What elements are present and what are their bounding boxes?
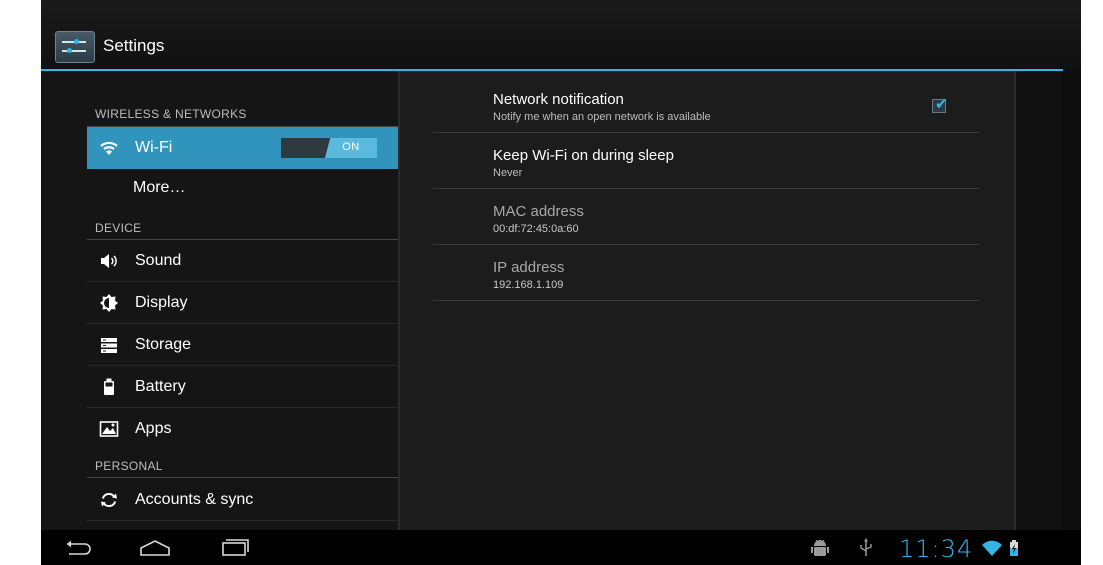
pref-title: MAC address (493, 203, 584, 220)
brightness-icon (99, 293, 119, 313)
battery-icon (99, 377, 119, 397)
sidebar-item-battery[interactable]: Battery (87, 366, 398, 408)
wifi-signal-icon (981, 534, 1003, 562)
pref-keep-wifi-on-sleep[interactable]: Keep Wi-Fi on during sleep Never (433, 133, 979, 189)
action-bar: Settings (41, 0, 1081, 71)
checkmark-icon: ✔ (935, 96, 948, 113)
battery-charging-icon (1007, 534, 1021, 562)
android-debug-icon (809, 534, 831, 562)
sidebar-item-label: Wi-Fi (135, 139, 173, 156)
toggle-state-label: ON (342, 141, 360, 153)
status-clock: 11:34 (899, 535, 974, 563)
sidebar-item-sound[interactable]: Sound (87, 240, 398, 282)
settings-app-icon[interactable] (55, 31, 95, 63)
sidebar-item-display[interactable]: Display (87, 282, 398, 324)
sidebar-item-label: More… (133, 179, 186, 196)
app-title: Settings (103, 36, 165, 55)
section-divider (87, 477, 398, 478)
pref-title: Network notification (493, 91, 624, 108)
section-header-personal: PERSONAL (95, 459, 163, 473)
recent-apps-icon[interactable] (215, 534, 255, 562)
speaker-icon (99, 251, 119, 271)
pref-summary: 00:df:72:45:0a:60 (493, 223, 579, 235)
wifi-settings-panel: Network notification Notify me when an o… (398, 71, 1016, 530)
pref-ip-address: IP address 192.168.1.109 (433, 245, 979, 301)
pref-title: Keep Wi-Fi on during sleep (493, 147, 674, 164)
pref-network-notification[interactable]: Network notification Notify me when an o… (433, 77, 979, 133)
settings-sidebar: WIRELESS & NETWORKS Wi-Fi ON More… DEVIC… (41, 71, 398, 530)
sidebar-item-label: Apps (135, 420, 172, 437)
sidebar-item-label: Accounts & sync (135, 491, 254, 508)
storage-icon (99, 335, 119, 355)
sidebar-item-more[interactable]: More… (87, 169, 398, 211)
sidebar-item-accounts-sync[interactable]: Accounts & sync (87, 479, 398, 521)
sidebar-item-label: Display (135, 294, 188, 311)
sidebar-item-label: Battery (135, 378, 186, 395)
wifi-toggle-switch[interactable]: ON (281, 138, 377, 158)
back-icon[interactable] (59, 534, 95, 562)
sidebar-item-apps[interactable]: Apps (87, 408, 398, 450)
usb-icon (857, 534, 875, 562)
panel-edge (1016, 71, 1063, 530)
pref-mac-address: MAC address 00:df:72:45:0a:60 (433, 189, 979, 245)
sidebar-item-label: Sound (135, 252, 182, 269)
network-notification-checkbox[interactable]: ✔ (932, 96, 948, 113)
sidebar-item-wifi[interactable]: Wi-Fi ON (87, 127, 398, 169)
sync-icon (99, 490, 119, 510)
settings-screen: Settings WIRELESS & NETWORKS Wi-Fi ON Mo… (41, 0, 1081, 565)
home-icon[interactable] (135, 534, 175, 562)
section-header-device: DEVICE (95, 221, 142, 235)
pref-summary: Notify me when an open network is availa… (493, 111, 711, 123)
section-header-wireless: WIRELESS & NETWORKS (95, 107, 247, 121)
system-bar: 11:34 (41, 530, 1081, 565)
pref-summary: 192.168.1.109 (493, 279, 564, 291)
pref-title: IP address (493, 259, 565, 276)
sidebar-item-storage[interactable]: Storage (87, 324, 398, 366)
sidebar-item-label: Storage (135, 336, 192, 353)
wifi-icon (99, 138, 119, 158)
apps-icon (99, 419, 119, 439)
pref-summary: Never (493, 167, 523, 179)
